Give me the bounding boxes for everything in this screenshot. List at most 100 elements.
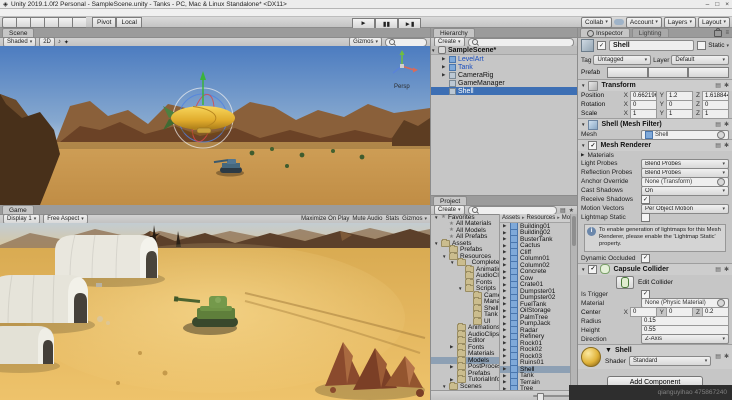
account-dropdown[interactable]: Account▾ xyxy=(626,17,662,28)
search-by-type-icon[interactable]: ▤ xyxy=(560,207,566,214)
maximize-on-play-toggle[interactable]: Maximize On Play xyxy=(301,216,349,222)
expander-icon[interactable]: ▶ xyxy=(503,308,508,314)
expander-icon[interactable]: ▼ xyxy=(434,241,439,246)
expander-icon[interactable]: ▼ xyxy=(434,215,439,220)
presets-icon[interactable]: ▤ xyxy=(715,142,721,149)
tool-button[interactable] xyxy=(72,17,86,28)
tab-lighting[interactable]: Lighting xyxy=(632,28,669,37)
layout-dropdown[interactable]: Layout▾ xyxy=(698,17,730,28)
tool-button[interactable] xyxy=(44,17,58,28)
close-button[interactable]: × xyxy=(725,1,729,8)
dynamic-occluded-checkbox[interactable]: ✓ xyxy=(641,254,650,263)
property-dropdown[interactable]: Per Object Motion▾ xyxy=(641,204,729,214)
hierarchy-row[interactable]: ▶ CameraRig xyxy=(431,71,577,79)
mesh-filter-header[interactable]: ▼ Shell (Mesh Filter) ▤✱ xyxy=(578,118,732,130)
local-toggle[interactable]: Local xyxy=(116,17,142,28)
scene-effects-icon[interactable]: ✦ xyxy=(64,39,69,46)
search-by-label-icon[interactable]: ★ xyxy=(569,207,574,214)
expander-icon[interactable]: ▶ xyxy=(503,288,508,294)
tool-button[interactable] xyxy=(2,17,16,28)
expander-icon[interactable]: ▶ xyxy=(442,56,447,62)
expander-icon[interactable]: ▶ xyxy=(503,340,508,346)
expander-icon[interactable]: ▶ xyxy=(503,366,508,372)
expander-icon[interactable]: ▶ xyxy=(503,321,508,327)
project-scrollbar[interactable] xyxy=(570,214,577,390)
expander-icon[interactable]: ▶ xyxy=(503,295,508,301)
expander-icon[interactable]: ▶ xyxy=(503,301,508,307)
mesh-renderer-header[interactable]: ▼ ✓ Mesh Renderer ▤✱ xyxy=(578,139,732,151)
expander-icon[interactable]: ▶ xyxy=(503,275,508,281)
direction-dropdown[interactable]: Z-Axis▾ xyxy=(641,334,729,344)
expander-icon[interactable]: ▶ xyxy=(503,379,508,385)
pivot-toggle[interactable]: Pivot xyxy=(92,17,116,28)
gear-icon[interactable]: ✱ xyxy=(724,121,729,128)
tab-scene[interactable]: Scene xyxy=(2,28,34,37)
presets-icon[interactable]: ▤ xyxy=(715,121,721,128)
breadcrumb-item[interactable]: Assets▸ xyxy=(502,215,525,221)
gear-icon[interactable]: ✱ xyxy=(724,266,729,273)
object-name-field[interactable]: Shell xyxy=(609,40,694,51)
stats-toggle[interactable]: Stats xyxy=(385,216,399,222)
expander-icon[interactable]: ▶ xyxy=(503,230,508,236)
expander-icon[interactable]: ▶ xyxy=(503,282,508,288)
expander-icon[interactable]: ▶ xyxy=(503,236,508,242)
expander-icon[interactable]: ▼ xyxy=(442,254,447,259)
transform-header[interactable]: ▼ Transform ▤✱ xyxy=(578,79,732,91)
expander-icon[interactable]: ▶ xyxy=(503,256,508,262)
x-value-field[interactable]: 1 xyxy=(630,109,657,119)
chevron-down-icon[interactable]: ▾ xyxy=(726,43,729,49)
project-tree-row[interactable]: ▼ Scenes xyxy=(431,383,499,390)
object-picker-icon[interactable] xyxy=(717,299,725,307)
object-picker-icon[interactable] xyxy=(717,178,725,186)
prefab-action-button[interactable] xyxy=(607,67,648,78)
collab-dropdown[interactable]: Collab▾ xyxy=(581,17,612,28)
hierarchy-row[interactable]: GameManager xyxy=(431,79,577,87)
foldout-icon[interactable]: ▼ xyxy=(581,122,585,127)
mesh-object-field[interactable]: Shell xyxy=(641,130,729,140)
prefab-action-button[interactable] xyxy=(688,67,729,78)
tab-game[interactable]: Game xyxy=(2,205,34,214)
gear-icon[interactable]: ✱ xyxy=(724,142,729,149)
z-value-field[interactable]: 1 xyxy=(702,109,729,119)
expander-icon[interactable]: ▶ xyxy=(503,327,508,333)
expander-icon[interactable]: ▼ xyxy=(442,384,447,389)
layer-dropdown[interactable]: Default▾ xyxy=(671,55,729,65)
game-gizmos-dropdown[interactable]: Gizmos▾ xyxy=(402,216,427,222)
expander-icon[interactable]: ▶ xyxy=(503,314,508,320)
expander-icon[interactable]: ▶ xyxy=(503,347,508,353)
component-enabled-checkbox[interactable]: ✓ xyxy=(588,141,597,150)
expander-icon[interactable]: ▶ xyxy=(503,262,508,268)
tab-project[interactable]: Project xyxy=(433,196,467,205)
scene-viewport[interactable]: Persp xyxy=(0,46,430,205)
expander-icon[interactable]: ▶ xyxy=(442,72,447,78)
cloud-icon[interactable] xyxy=(614,19,624,25)
tool-button[interactable] xyxy=(16,17,30,28)
expander-icon[interactable]: ▶ xyxy=(503,353,508,359)
foldout-icon[interactable]: ▼ xyxy=(605,347,612,354)
property-checkbox[interactable]: ✓ xyxy=(641,213,650,222)
expander-icon[interactable]: ▶ xyxy=(503,334,508,340)
gear-icon[interactable]: ✱ xyxy=(724,82,729,89)
hierarchy-row[interactable]: Shell xyxy=(431,87,577,95)
presets-icon[interactable]: ▤ xyxy=(715,82,721,89)
foldout-icon[interactable]: ▼ xyxy=(581,267,585,272)
expander-icon[interactable]: ▶ xyxy=(503,243,508,249)
presets-icon[interactable]: ▤ xyxy=(715,353,721,360)
hierarchy-row[interactable]: ▼ SampleScene* xyxy=(431,46,577,55)
object-picker-icon[interactable] xyxy=(717,131,725,139)
scene-audio-icon[interactable]: ♪ xyxy=(58,39,61,45)
breadcrumb-item[interactable]: Resources▸ xyxy=(527,215,560,221)
layers-dropdown[interactable]: Layers▾ xyxy=(664,17,696,28)
shader-dropdown[interactable]: Standard▾ xyxy=(629,356,711,366)
property-dropdown[interactable]: On▾ xyxy=(641,186,729,196)
edit-collider-button[interactable] xyxy=(616,276,634,289)
hierarchy-row[interactable]: ▶ Tank xyxy=(431,63,577,71)
foldout-icon[interactable]: ▶ xyxy=(581,152,584,158)
y-value-field[interactable]: 1 xyxy=(666,109,693,119)
tag-dropdown[interactable]: Untagged▾ xyxy=(593,55,651,65)
expander-icon[interactable]: ▶ xyxy=(503,249,508,255)
expander-icon[interactable]: ▶ xyxy=(503,269,508,275)
mute-audio-toggle[interactable]: Mute Audio xyxy=(352,216,382,222)
minimize-button[interactable]: – xyxy=(706,1,710,8)
expander-icon[interactable]: ▶ xyxy=(503,373,508,379)
